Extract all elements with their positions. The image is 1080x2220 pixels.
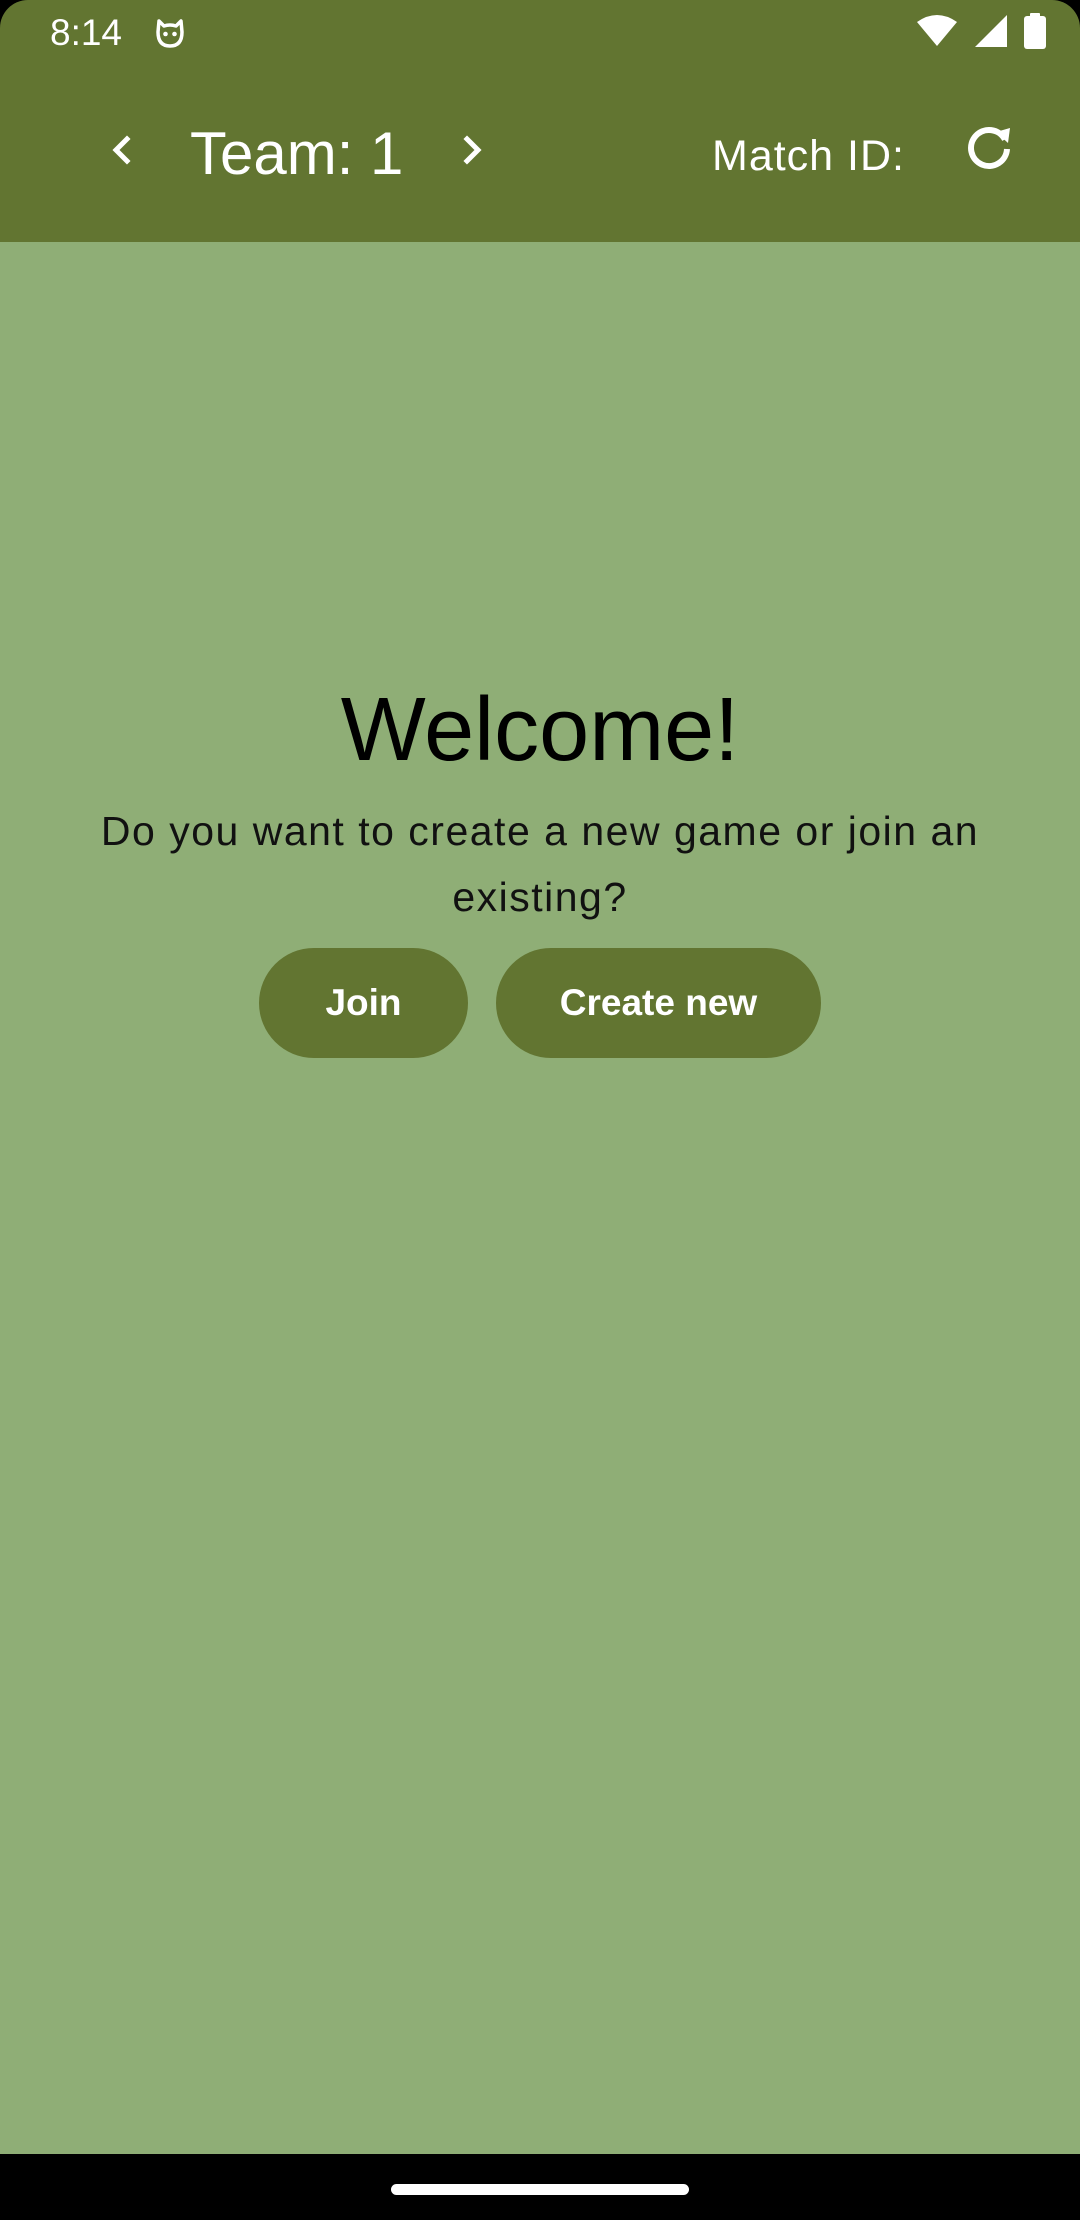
wifi-icon [916,14,958,53]
previous-team-button[interactable] [86,116,158,188]
status-time: 8:14 [50,12,123,53]
cat-app-icon [152,15,188,51]
action-buttons: Join Create new [0,948,1080,1058]
refresh-icon [962,122,1016,181]
create-new-button[interactable]: Create new [496,948,821,1058]
create-new-button-label: Create new [559,982,758,1023]
main-content [0,242,1080,2154]
next-team-button[interactable] [436,116,508,188]
team-title: Team: 1 [190,120,404,187]
battery-icon [1024,12,1046,54]
screen: 8:14 Team: 1 Match ID: Welcome! Do you w… [0,0,1080,2220]
app-bar: Team: 1 Match ID: [0,66,1080,242]
status-icons [916,12,1046,54]
welcome-question: Do you want to create a new game or join… [100,808,980,920]
signal-icon [974,14,1008,53]
top-app-area: 8:14 Team: 1 Match ID: [0,0,1080,242]
chevron-right-icon [452,130,492,175]
chevron-left-icon [102,130,142,175]
status-bar: 8:14 [0,0,1080,66]
system-navigation-bar [0,2154,1080,2220]
home-gesture-handle[interactable] [391,2184,689,2195]
refresh-button[interactable] [950,112,1028,190]
join-button[interactable]: Join [259,948,468,1058]
welcome-heading: Welcome! [340,680,740,780]
join-button-label: Join [325,982,402,1023]
match-id-label: Match ID: [712,132,905,180]
